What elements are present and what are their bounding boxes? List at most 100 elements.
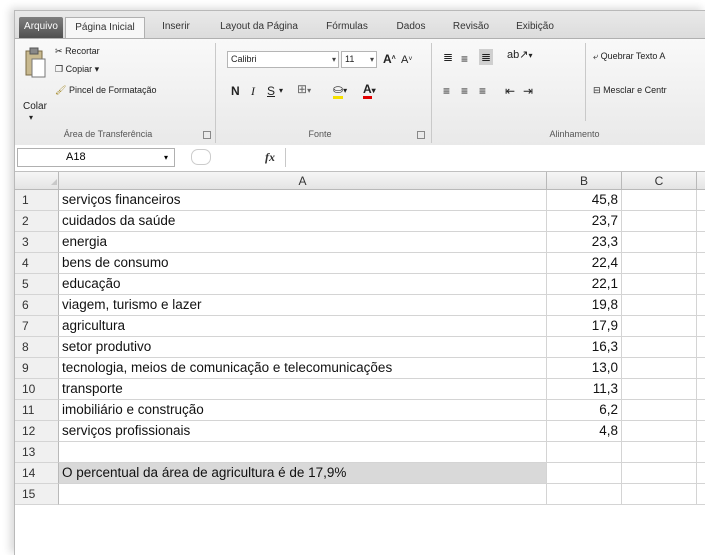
cell-d[interactable] xyxy=(697,379,705,400)
underline-button[interactable]: S xyxy=(267,83,275,99)
cell-b[interactable]: 23,7 xyxy=(547,211,622,232)
cell-b[interactable]: 19,8 xyxy=(547,295,622,316)
cell-c[interactable] xyxy=(622,463,697,484)
align-right-button[interactable]: ≡ xyxy=(479,83,486,99)
row-header[interactable]: 5 xyxy=(15,274,59,295)
row-header[interactable]: 9 xyxy=(15,358,59,379)
cell-c[interactable] xyxy=(622,253,697,274)
formula-bar-handle[interactable] xyxy=(191,149,211,165)
cell-d[interactable] xyxy=(697,316,705,337)
cell-d[interactable] xyxy=(697,295,705,316)
grow-font-button[interactable]: A˄ xyxy=(383,51,396,67)
copy-button[interactable]: ❐ Copiar ▾ xyxy=(55,64,99,75)
cell-b[interactable]: 4,8 xyxy=(547,421,622,442)
cell-b[interactable]: 22,1 xyxy=(547,274,622,295)
cell-a[interactable]: transporte xyxy=(59,379,547,400)
cell-d[interactable] xyxy=(697,211,705,232)
cell-d[interactable] xyxy=(697,442,705,463)
row-header[interactable]: 6 xyxy=(15,295,59,316)
align-middle-button[interactable]: ≡ xyxy=(461,51,468,67)
cell-d[interactable] xyxy=(697,358,705,379)
cell-b[interactable]: 45,8 xyxy=(547,190,622,211)
cell-b[interactable]: 11,3 xyxy=(547,379,622,400)
row-header[interactable]: 15 xyxy=(15,484,59,505)
tab-home[interactable]: Página Inicial xyxy=(65,17,145,38)
cell-a[interactable]: serviços profissionais xyxy=(59,421,547,442)
formula-input[interactable] xyxy=(285,148,705,167)
wrap-text-button[interactable]: ⤶ Quebrar Texto A xyxy=(593,51,665,62)
italic-button[interactable]: I xyxy=(251,83,255,99)
cell-d[interactable] xyxy=(697,190,705,211)
cell-a[interactable]: viagem, turismo e lazer xyxy=(59,295,547,316)
cell-b[interactable]: 16,3 xyxy=(547,337,622,358)
cell-c[interactable] xyxy=(622,442,697,463)
cell-a[interactable]: tecnologia, meios de comunicação e telec… xyxy=(59,358,547,379)
row-header[interactable]: 10 xyxy=(15,379,59,400)
cell-b[interactable]: 13,0 xyxy=(547,358,622,379)
tab-file[interactable]: Arquivo xyxy=(19,17,63,38)
bold-button[interactable]: N xyxy=(231,83,240,99)
name-box[interactable]: A18 ▾ xyxy=(17,148,175,167)
tab-page-layout[interactable]: Layout da Página xyxy=(207,17,311,38)
cell-b[interactable] xyxy=(547,442,622,463)
insert-function-button[interactable]: fx xyxy=(265,150,275,165)
row-header[interactable]: 11 xyxy=(15,400,59,421)
tab-formulas[interactable]: Fórmulas xyxy=(315,17,379,38)
cell-d[interactable] xyxy=(697,421,705,442)
cell-a[interactable]: serviços financeiros xyxy=(59,190,547,211)
cell-a[interactable]: energia xyxy=(59,232,547,253)
decrease-indent-button[interactable]: ⇤ xyxy=(505,83,515,99)
cell-d[interactable] xyxy=(697,337,705,358)
cell-d[interactable] xyxy=(697,274,705,295)
cell-c[interactable] xyxy=(622,190,697,211)
cell-d[interactable] xyxy=(697,232,705,253)
cell-c[interactable] xyxy=(622,358,697,379)
font-color-button[interactable]: A▾ xyxy=(363,81,376,99)
cell-b[interactable]: 22,4 xyxy=(547,253,622,274)
row-header[interactable]: 2 xyxy=(15,211,59,232)
increase-indent-button[interactable]: ⇥ xyxy=(523,83,533,99)
orientation-button[interactable]: ab↗▾ xyxy=(507,47,532,64)
cell-c[interactable] xyxy=(622,337,697,358)
cell-c[interactable] xyxy=(622,400,697,421)
cut-button[interactable]: ✂ Recortar xyxy=(55,46,100,57)
format-painter-button[interactable]: 🖌 Pincel de Formatação xyxy=(55,85,157,96)
fill-color-button[interactable]: ⛀▾ xyxy=(333,81,347,99)
cell-a[interactable]: educação xyxy=(59,274,547,295)
cell-a[interactable]: bens de consumo xyxy=(59,253,547,274)
cell-c[interactable] xyxy=(622,232,697,253)
row-header[interactable]: 13 xyxy=(15,442,59,463)
align-left-button[interactable]: ≡ xyxy=(443,83,450,99)
paste-dropdown-icon[interactable]: ▾ xyxy=(29,113,33,122)
cell-c[interactable] xyxy=(622,316,697,337)
cell-b[interactable]: 6,2 xyxy=(547,400,622,421)
cell-a[interactable]: setor produtivo xyxy=(59,337,547,358)
font-dialog-launcher[interactable] xyxy=(417,131,425,139)
align-top-button[interactable]: ≣ xyxy=(443,49,453,65)
cell-b[interactable] xyxy=(547,484,622,505)
row-header[interactable]: 8 xyxy=(15,337,59,358)
align-bottom-button[interactable]: ≣ xyxy=(479,49,494,65)
row-header[interactable]: 1 xyxy=(15,190,59,211)
column-header-d[interactable] xyxy=(697,172,705,190)
underline-dropdown-icon[interactable]: ▾ xyxy=(279,83,283,99)
tab-data[interactable]: Dados xyxy=(385,17,437,38)
column-header-a[interactable]: A xyxy=(59,172,547,190)
cell-c[interactable] xyxy=(622,421,697,442)
row-header[interactable]: 12 xyxy=(15,421,59,442)
select-all-corner[interactable] xyxy=(15,172,59,190)
cell-b[interactable]: 23,3 xyxy=(547,232,622,253)
column-header-b[interactable]: B xyxy=(547,172,622,190)
tab-view[interactable]: Exibição xyxy=(505,17,565,38)
cell-a[interactable]: imobiliário e construção xyxy=(59,400,547,421)
cell-c[interactable] xyxy=(622,484,697,505)
cell-d[interactable] xyxy=(697,253,705,274)
column-header-c[interactable]: C xyxy=(622,172,697,190)
font-name-combo[interactable]: Calibri ▾ xyxy=(227,51,339,68)
cell-d[interactable] xyxy=(697,484,705,505)
cell-c[interactable] xyxy=(622,211,697,232)
font-size-combo[interactable]: 11 ▾ xyxy=(341,51,377,68)
cell-c[interactable] xyxy=(622,379,697,400)
row-header[interactable]: 3 xyxy=(15,232,59,253)
shrink-font-button[interactable]: A˅ xyxy=(401,52,412,68)
